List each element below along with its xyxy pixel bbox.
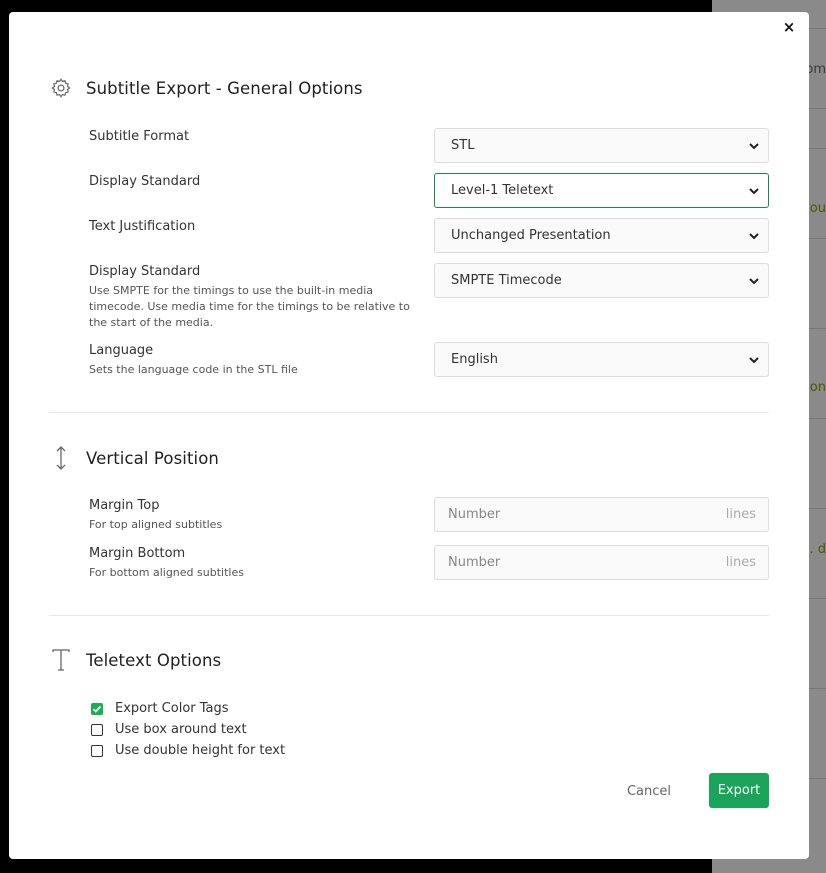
background-fragment: . d — [809, 542, 826, 557]
general-options-header: Subtitle Export - General Options — [49, 76, 363, 100]
text-t-icon — [49, 648, 73, 672]
select-value: SMPTE Timecode — [451, 273, 562, 288]
cancel-button[interactable]: Cancel — [609, 776, 689, 806]
select-value: Unchanged Presentation — [451, 228, 611, 243]
vertical-arrows-icon — [49, 446, 73, 470]
select-value: Level-1 Teletext — [451, 183, 554, 198]
field-hint: For top aligned subtitles — [89, 518, 223, 531]
chevron-down-icon — [749, 188, 759, 195]
subtitle-format-select[interactable]: STL — [434, 128, 769, 163]
section-title: Teletext Options — [86, 650, 222, 670]
checkbox-label: Use double height for text — [115, 743, 286, 758]
unit-label: lines — [725, 555, 756, 570]
field-hint: Sets the language code in the STL file — [89, 363, 298, 376]
margin-top-input[interactable] — [435, 507, 705, 522]
display-standard-select[interactable]: Level-1 Teletext — [434, 173, 769, 208]
chevron-down-icon — [749, 357, 759, 364]
section-title: Vertical Position — [86, 448, 219, 468]
chevron-down-icon — [749, 278, 759, 285]
checkbox-unchecked[interactable] — [91, 744, 103, 757]
double-height-option[interactable]: Use double height for text — [91, 743, 285, 758]
checkbox-label: Use box around text — [115, 722, 247, 737]
check-icon — [92, 705, 102, 713]
unit-label: lines — [725, 507, 756, 522]
checkbox-checked[interactable] — [91, 702, 103, 715]
section-divider — [49, 412, 769, 413]
close-button[interactable]: × — [781, 19, 797, 35]
teletext-options-header: Teletext Options — [49, 648, 221, 672]
language-select[interactable]: English — [434, 342, 769, 377]
box-around-text-option[interactable]: Use box around text — [91, 722, 247, 737]
checkbox-label: Export Color Tags — [115, 701, 229, 716]
text-justification-select[interactable]: Unchanged Presentation — [434, 218, 769, 253]
section-divider — [49, 615, 769, 616]
margin-top-field: lines — [434, 497, 769, 532]
checkbox-unchecked[interactable] — [91, 723, 103, 736]
select-value: STL — [451, 138, 475, 153]
margin-bottom-input[interactable] — [435, 555, 705, 570]
chevron-down-icon — [749, 143, 759, 150]
subtitle-export-dialog: × Subtitle Export - General Options Subt… — [9, 12, 809, 859]
chevron-down-icon — [749, 233, 759, 240]
export-color-tags-option[interactable]: Export Color Tags — [91, 701, 229, 716]
section-title: Subtitle Export - General Options — [86, 78, 363, 98]
export-button[interactable]: Export — [709, 773, 769, 808]
vertical-position-header: Vertical Position — [49, 446, 219, 470]
margin-bottom-field: lines — [434, 545, 769, 580]
timecode-select[interactable]: SMPTE Timecode — [434, 263, 769, 298]
select-value: English — [451, 352, 498, 367]
gear-icon — [49, 76, 73, 100]
field-hint: Use SMPTE for the timings to use the bui… — [89, 284, 410, 329]
field-hint: For bottom aligned subtitles — [89, 566, 244, 579]
